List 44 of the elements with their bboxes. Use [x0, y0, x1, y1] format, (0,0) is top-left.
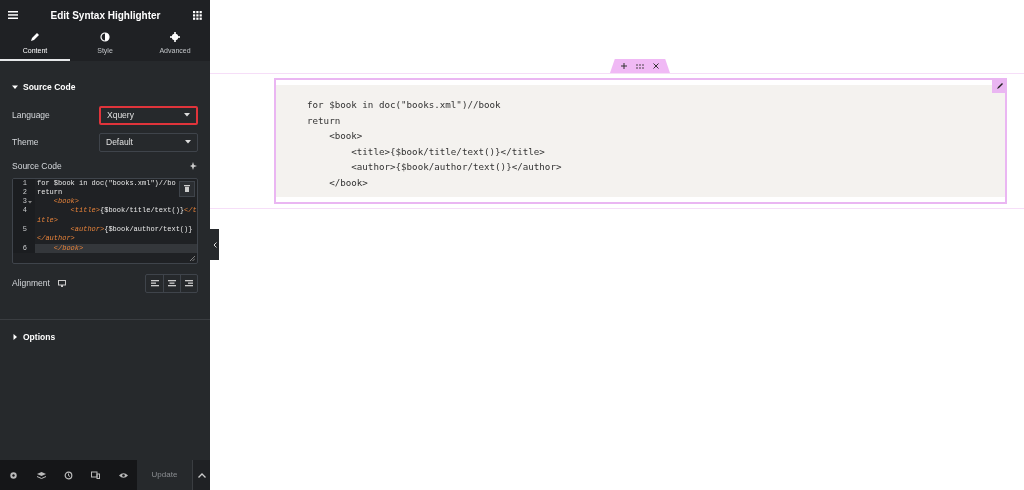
- code-line: for $book in doc("books.xml")//book: [307, 98, 502, 112]
- eye-icon[interactable]: [118, 470, 128, 480]
- section-header[interactable]: Source Code: [0, 81, 210, 94]
- language-select[interactable]: Xquery: [99, 105, 198, 125]
- panel-title: Edit Syntax Highlighter: [50, 8, 161, 23]
- menu-icon[interactable]: [8, 11, 18, 19]
- pencil-icon: [995, 81, 1004, 90]
- desktop-icon: [57, 279, 66, 287]
- chevron-up-icon[interactable]: [197, 472, 206, 478]
- grid-icon[interactable]: [193, 10, 202, 20]
- edit-widget-button[interactable]: [992, 78, 1007, 93]
- caret-icon: [12, 84, 18, 91]
- pencil-icon: [30, 32, 40, 43]
- code-line: </book>: [328, 175, 369, 190]
- contrast-icon: [100, 32, 110, 43]
- responsive-icon[interactable]: [91, 470, 101, 480]
- trash-icon: [184, 185, 190, 192]
- close-icon[interactable]: [653, 63, 659, 69]
- settings-icon[interactable]: [9, 470, 19, 480]
- align-icon: [150, 279, 159, 287]
- caret-icon: [184, 113, 190, 118]
- resize-handle-icon[interactable]: [190, 255, 195, 261]
- section-header[interactable]: Options: [0, 330, 210, 344]
- add-icon[interactable]: [621, 63, 627, 69]
- history-icon[interactable]: [63, 470, 73, 480]
- code-line: <title>{$book/title/text()}</title>: [350, 144, 546, 159]
- layers-icon[interactable]: [36, 470, 46, 480]
- chevron-left-icon: [212, 241, 217, 248]
- align-icon: [185, 279, 193, 287]
- code-line: <book>: [328, 129, 364, 144]
- language-label: Language: [12, 108, 50, 122]
- caret-icon: [12, 333, 18, 340]
- theme-label: Theme: [12, 135, 39, 149]
- source-code-label: Source Code: [12, 159, 62, 173]
- align-icon: [168, 279, 176, 287]
- alignment-label: Alignment: [12, 276, 50, 290]
- code-line: return: [307, 113, 342, 128]
- update-button[interactable]: Update: [137, 460, 192, 490]
- theme-select[interactable]: Default: [99, 132, 198, 152]
- code-line: <author>{$book/author/text()}</author>: [350, 160, 563, 175]
- sparkle-icon[interactable]: [190, 162, 198, 171]
- delete-button[interactable]: [179, 180, 195, 197]
- drag-handle-icon[interactable]: [636, 63, 644, 69]
- caret-icon: [185, 140, 191, 145]
